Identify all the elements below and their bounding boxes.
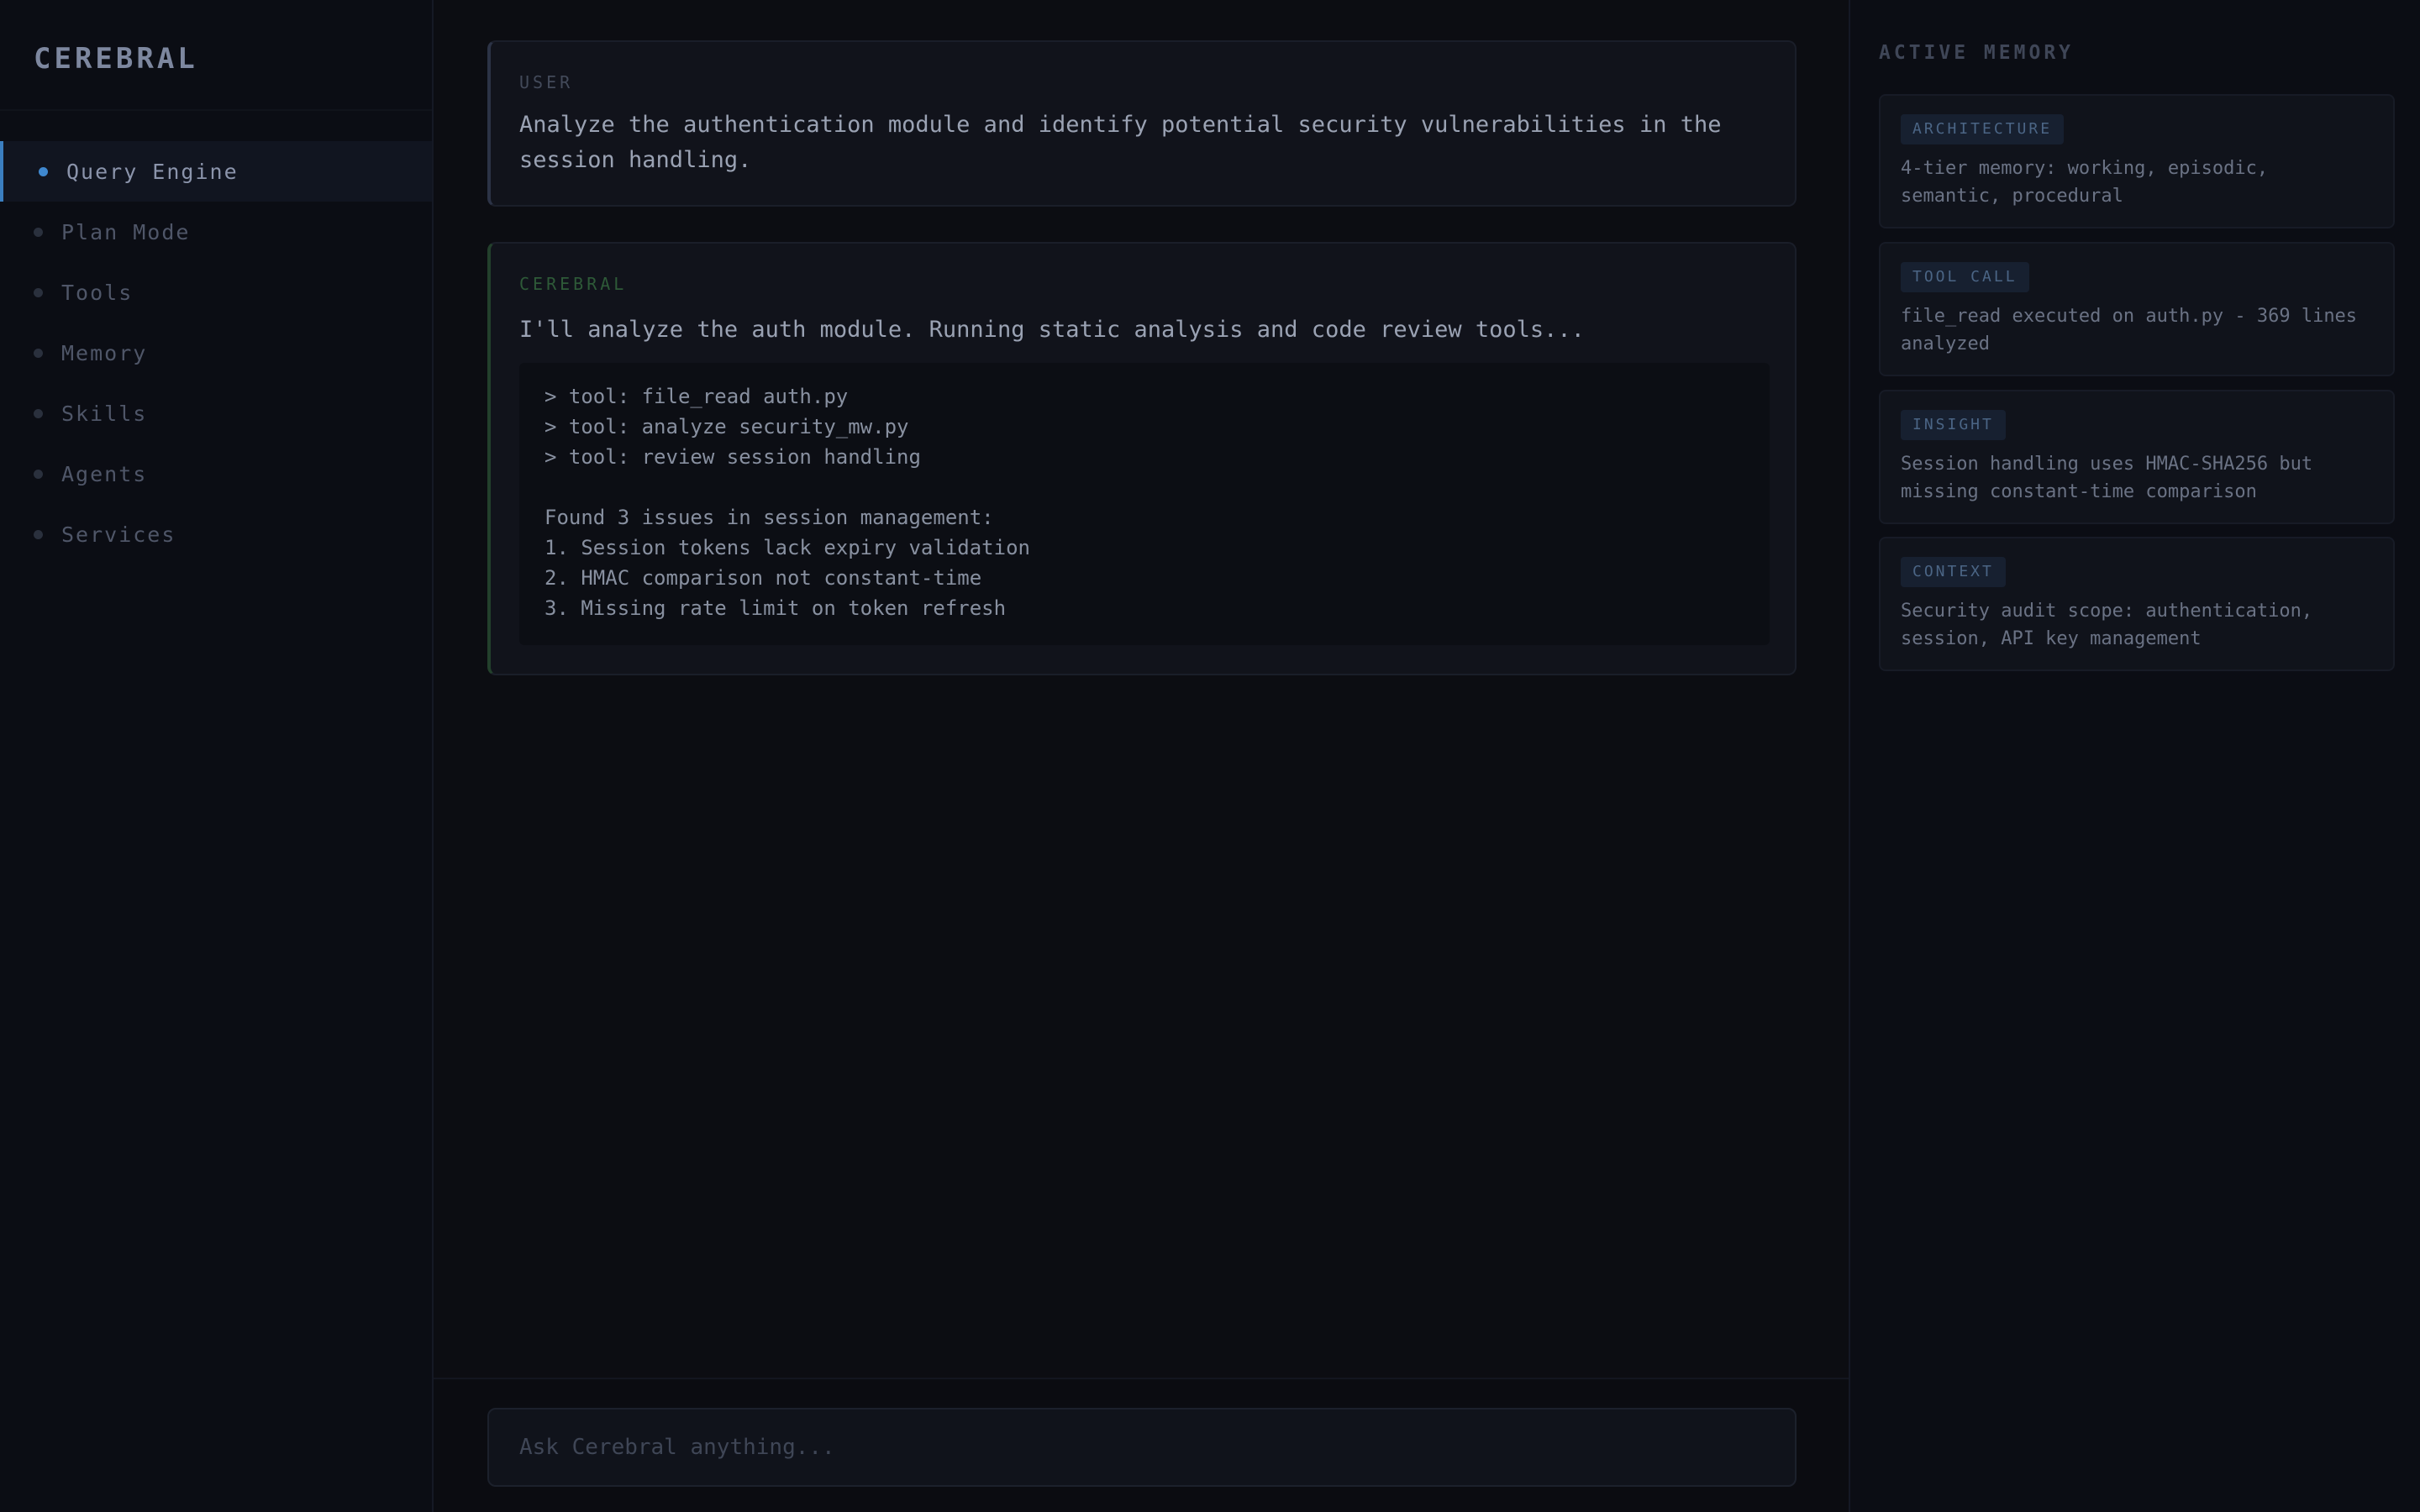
sidebar-item-agents[interactable]: Agents [0, 444, 432, 504]
memory-tag: ARCHITECTURE [1901, 114, 2065, 144]
memory-panel: ACTIVE MEMORY ARCHITECTURE 4-tier memory… [1849, 0, 2420, 1512]
user-message: USER Analyze the authentication module a… [487, 40, 1797, 207]
memory-text: Session handling uses HMAC-SHA256 but mi… [1901, 454, 2313, 502]
memory-text: 4-tier memory: working, episodic, semant… [1901, 158, 2269, 207]
sidebar-item-label: Plan Mode [61, 219, 191, 244]
memory-card[interactable]: INSIGHT Session handling uses HMAC-SHA25… [1879, 390, 2395, 524]
sidebar-item-label: Services [61, 522, 176, 547]
dot-icon [34, 469, 43, 479]
sidebar-item-services[interactable]: Services [0, 504, 432, 564]
message-role: USER [519, 72, 574, 92]
memory-tag: CONTEXT [1901, 557, 2006, 587]
dot-icon [34, 408, 43, 418]
sidebar-nav: Query Engine Plan Mode Tools Memory Skil… [0, 141, 432, 564]
memory-card[interactable]: CONTEXT Security audit scope: authentica… [1879, 537, 2395, 671]
divider [0, 109, 432, 111]
assistant-message: CEREBRAL I'll analyze the auth module. R… [487, 242, 1797, 675]
dot-icon [34, 348, 43, 358]
sidebar-item-skills[interactable]: Skills [0, 383, 432, 444]
dot-icon [34, 287, 43, 297]
sidebar: CEREBRAL Query Engine Plan Mode Tools Me… [0, 0, 434, 1512]
dot-icon [34, 227, 43, 237]
memory-text: file_read executed on auth.py - 369 line… [1901, 306, 2358, 354]
conversation-panel: USER Analyze the authentication module a… [434, 0, 1849, 1512]
tool-output-block: > tool: file_read auth.py > tool: analyz… [519, 363, 1770, 645]
memory-text: Security audit scope: authentication, se… [1901, 601, 2313, 649]
panel-title: ACTIVE MEMORY [1879, 42, 2075, 64]
sidebar-item-plan-mode[interactable]: Plan Mode [0, 202, 432, 262]
app-logo: CEREBRAL [34, 42, 198, 76]
sidebar-item-memory[interactable]: Memory [0, 323, 432, 383]
sidebar-item-label: Memory [61, 340, 148, 365]
sidebar-item-tools[interactable]: Tools [0, 262, 432, 323]
sidebar-item-label: Skills [61, 401, 148, 426]
memory-card[interactable]: ARCHITECTURE 4-tier memory: working, epi… [1879, 94, 2395, 228]
dot-icon [34, 529, 43, 539]
sidebar-item-label: Agents [61, 461, 148, 486]
memory-tag: INSIGHT [1901, 410, 2006, 440]
sidebar-item-label: Tools [61, 280, 134, 305]
message-role: CEREBRAL [519, 274, 628, 294]
memory-card[interactable]: TOOL CALL file_read executed on auth.py … [1879, 242, 2395, 376]
message-text: I'll analyze the auth module. Running st… [519, 317, 1585, 343]
sidebar-item-label: Query Engine [66, 159, 239, 184]
message-text: Analyze the authentication module and id… [519, 112, 1722, 173]
chat-input[interactable] [487, 1408, 1797, 1487]
composer [434, 1378, 1849, 1512]
active-dot-icon [39, 166, 48, 176]
sidebar-item-query-engine[interactable]: Query Engine [0, 141, 432, 202]
memory-tag: TOOL CALL [1901, 262, 2029, 292]
